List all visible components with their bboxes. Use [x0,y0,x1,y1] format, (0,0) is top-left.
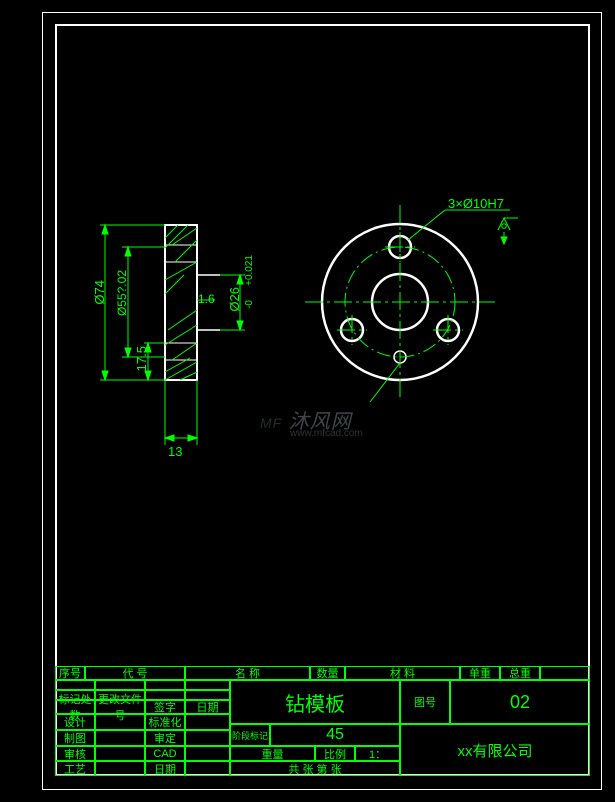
hdr-blank [540,666,590,680]
company: xx有限公司 [400,724,590,776]
title-block: 序号 代 号 名 称 数量 材 料 单重 总重 标记处数 更改文件号 签字 日期… [55,666,590,776]
dim-offset: 17.5 [134,346,149,371]
material: 45 [270,724,400,746]
hdr-uw: 单重 [460,666,500,680]
hdr-qty: 数量 [310,666,345,680]
hdr-mat: 材 料 [345,666,460,680]
dim-bore-up: +0.021 [244,255,255,286]
dim-bore: Ø26 [227,287,242,312]
hdr-code: 代 号 [85,666,185,680]
dim-bore-lo: -0 [244,300,255,309]
mat-code-lbl: 阶段标记 [230,724,270,746]
dim-bc: Ø55?.02 [115,270,129,316]
part-name: 钻模板 [230,680,400,724]
hdr-name: 名 称 [185,666,310,680]
dim-outer-dia: Ø74 [92,280,107,305]
hdr-seq: 序号 [55,666,85,680]
dwgno-lbl: 图号 [400,680,450,724]
dim-chamfer: 1.6 [198,292,215,306]
hole-callout: 3×Ø10H7 [448,196,504,211]
hdr-tw: 总重 [500,666,540,680]
dwgno: 02 [450,680,590,724]
dim-thick: 13 [168,444,182,459]
